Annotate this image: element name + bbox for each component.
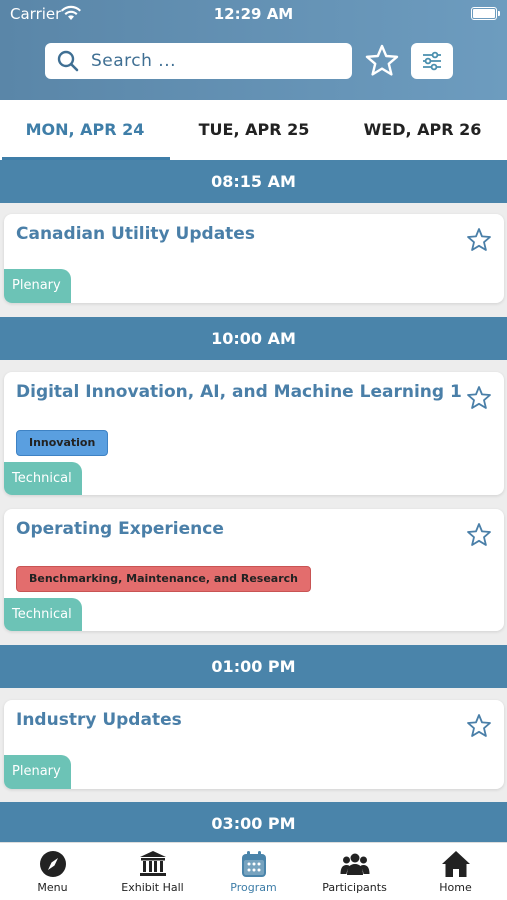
- top-header: Carrier 12:29 AM Search ...: [0, 0, 507, 100]
- track-tag: Plenary: [4, 269, 71, 303]
- session-card[interactable]: Canadian Utility Updates Plenary: [4, 214, 504, 303]
- star-icon[interactable]: [466, 522, 492, 548]
- status-time: 12:29 AM: [213, 5, 294, 23]
- topic-tag: Benchmarking, Maintenance, and Research: [16, 566, 311, 592]
- session-title: Operating Experience: [16, 519, 224, 539]
- tab-menu[interactable]: Menu: [2, 843, 103, 900]
- day-tabs: MON, APR 24 TUE, APR 25 WED, APR 26: [0, 100, 507, 160]
- star-icon[interactable]: [466, 713, 492, 739]
- search-icon: [57, 50, 79, 72]
- star-icon[interactable]: [466, 385, 492, 411]
- topic-tag: Innovation: [16, 430, 109, 456]
- compass-icon: [40, 851, 66, 877]
- search-input[interactable]: Search ...: [45, 43, 352, 79]
- building-icon: [140, 851, 166, 876]
- time-header: 01:00 PM: [0, 645, 507, 688]
- session-title: Industry Updates: [16, 710, 182, 730]
- time-header: 08:15 AM: [0, 160, 507, 203]
- battery-icon: [471, 7, 500, 20]
- tab-label: Participants: [322, 881, 387, 894]
- tab-participants[interactable]: Participants: [304, 843, 405, 900]
- sliders-icon: [423, 51, 441, 71]
- session-card[interactable]: Digital Innovation, AI, and Machine Lear…: [4, 372, 504, 495]
- home-icon: [442, 851, 470, 877]
- session-card[interactable]: Operating Experience Benchmarking, Maint…: [4, 509, 504, 631]
- search-placeholder: Search ...: [91, 51, 177, 71]
- filter-button[interactable]: [411, 43, 453, 79]
- tab-wed-apr-26[interactable]: WED, APR 26: [338, 100, 507, 160]
- tab-label: Exhibit Hall: [121, 881, 184, 894]
- session-title: Digital Innovation, AI, and Machine Lear…: [16, 382, 462, 402]
- tab-home[interactable]: Home: [405, 843, 506, 900]
- time-header: 03:00 PM: [0, 802, 507, 845]
- tab-program[interactable]: Program: [203, 843, 304, 900]
- tab-tue-apr-25[interactable]: TUE, APR 25: [170, 100, 338, 160]
- tab-label: Program: [230, 881, 277, 894]
- tab-label: Home: [439, 881, 472, 894]
- session-card[interactable]: Industry Updates Plenary: [4, 700, 504, 789]
- session-title: Canadian Utility Updates: [16, 224, 255, 244]
- track-tag: Plenary: [4, 755, 71, 789]
- bottom-tab-bar: Menu Exhibit Hall Program Participants H…: [0, 842, 507, 900]
- track-tag: Technical: [4, 598, 82, 631]
- star-icon[interactable]: [466, 227, 492, 253]
- time-header: 10:00 AM: [0, 317, 507, 360]
- tab-exhibit-hall[interactable]: Exhibit Hall: [102, 843, 203, 900]
- tab-label: Menu: [37, 881, 68, 894]
- people-icon: [340, 853, 370, 875]
- calendar-icon: [242, 851, 266, 877]
- status-bar: Carrier 12:29 AM: [0, 0, 507, 28]
- tab-mon-apr-24[interactable]: MON, APR 24: [0, 100, 170, 160]
- track-tag: Technical: [4, 462, 82, 495]
- favorites-star-icon[interactable]: [364, 43, 400, 79]
